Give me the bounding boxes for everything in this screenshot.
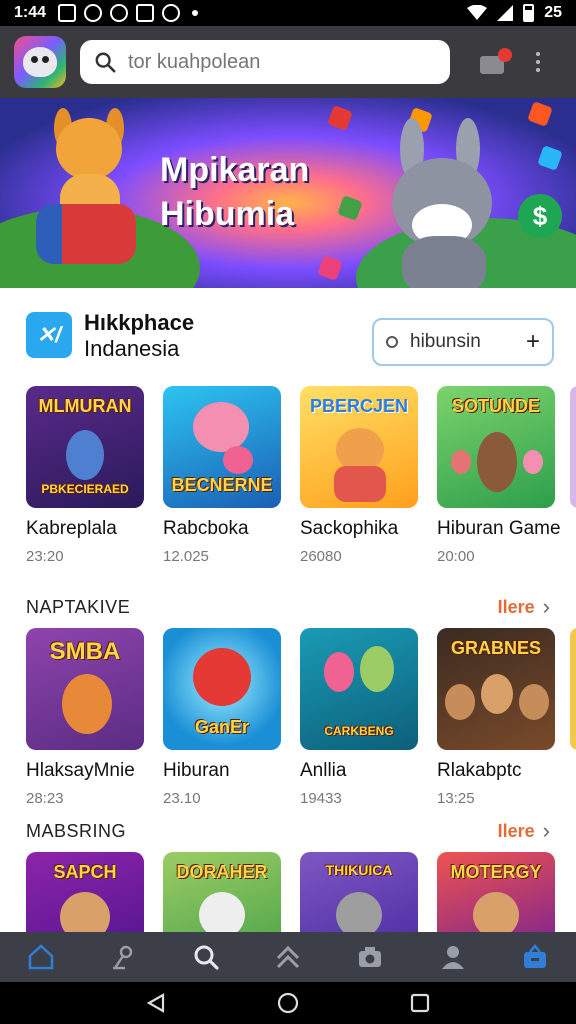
- game-meta: 23:20: [26, 548, 64, 565]
- overflow-menu-button[interactable]: [536, 52, 540, 72]
- game-title: Anllia: [300, 760, 347, 781]
- game-thumbnail: PBERCJEN: [300, 386, 418, 508]
- game-thumbnail: SOTUNDE: [437, 386, 555, 508]
- next-tile-peek: [570, 628, 576, 750]
- chevron-right-icon: ›: [542, 594, 550, 619]
- cart-button[interactable]: [478, 48, 512, 76]
- game-tile[interactable]: MLMURAN PBKECIERAED Kabreplala 23:20: [26, 386, 144, 565]
- game-title: Hiburan Game: [437, 518, 561, 539]
- section-title: NAPTAKIVE: [26, 596, 131, 617]
- game-tile[interactable]: CARKBENG Anllia 19433: [300, 628, 418, 807]
- banner-title: Mpikaran Hibumia: [160, 151, 310, 233]
- home-icon[interactable]: [26, 942, 56, 972]
- game-meta: 20:00: [437, 548, 475, 565]
- bottom-navigation: [0, 932, 576, 982]
- cart-badge: [498, 48, 512, 62]
- bunny-mascot-image: [372, 118, 522, 288]
- game-tile[interactable]: GRABNES Rlakabptc 13:25: [437, 628, 555, 807]
- signal-icon: [497, 5, 514, 21]
- game-title: Rlakabptc: [437, 760, 522, 781]
- up-chevrons-icon[interactable]: [273, 942, 303, 972]
- plus-icon: +: [525, 328, 540, 355]
- section-header: NAPTAKIVE Ilere ›: [26, 594, 550, 620]
- game-meta: 23.10: [163, 790, 201, 807]
- search-input[interactable]: [128, 50, 428, 74]
- status-bar: 1:44 25: [0, 0, 576, 26]
- game-meta: 26080: [300, 548, 342, 565]
- game-meta: 13:25: [437, 790, 475, 807]
- game-thumbnail: GRABNES: [437, 628, 555, 750]
- store-icon[interactable]: [520, 942, 550, 972]
- store-name: Hıkkphace Indanesia: [84, 310, 195, 361]
- game-title: Hiburan: [163, 760, 230, 781]
- kangaroo-mascot-image: [30, 108, 160, 278]
- system-navigation: [0, 982, 576, 1024]
- home-button-icon[interactable]: [276, 991, 300, 1015]
- search-icon: [95, 52, 116, 73]
- more-link[interactable]: Ilere ›: [498, 818, 550, 844]
- game-meta: 19433: [300, 790, 342, 807]
- more-link[interactable]: Ilere ›: [498, 594, 550, 620]
- game-thumbnail: CARKBENG: [300, 628, 418, 750]
- game-title: Kabreplala: [26, 518, 117, 539]
- notification-square-icon: [58, 4, 77, 22]
- promo-banner[interactable]: Mpikaran Hibumia $: [0, 98, 576, 288]
- store-header: ✕/ Hıkkphace Indanesia hibunsin +: [0, 288, 576, 384]
- search-icon[interactable]: [191, 942, 221, 972]
- camera-icon[interactable]: [355, 942, 385, 972]
- battery-icon: [523, 4, 535, 22]
- game-thumbnail: SMBA: [26, 628, 144, 750]
- circle-icon: [386, 336, 398, 348]
- game-tile[interactable]: BECNERNE Rabcboka 12.025: [163, 386, 281, 565]
- section-title: MABSRING: [26, 820, 127, 841]
- notification-circle-icon: [84, 4, 103, 22]
- status-time: 1:44: [14, 4, 47, 21]
- game-meta: 28:23: [26, 790, 64, 807]
- status-right-text: 25: [544, 4, 562, 21]
- notification-dot-icon: [192, 10, 199, 16]
- game-title: Sackophika: [300, 518, 399, 539]
- store-search-button[interactable]: hibunsin +: [372, 318, 554, 366]
- back-icon[interactable]: [145, 992, 167, 1014]
- game-meta: 12.025: [163, 548, 209, 565]
- notification-chat-icon: [162, 4, 181, 22]
- game-tile[interactable]: SMBA HlaksayMnie 28:23: [26, 628, 144, 807]
- app-bar: [0, 26, 576, 98]
- game-tile[interactable]: PBERCJEN Sackophika 26080: [300, 386, 418, 565]
- app-screen: 1:44 25 tor kuahpolean Mpikaran Hibumia …: [0, 0, 576, 1024]
- game-thumbnail: GanEr: [163, 628, 281, 750]
- notification-sync-icon: [110, 4, 129, 22]
- section-header: MABSRING Ilere ›: [26, 818, 550, 844]
- pin-icon[interactable]: [108, 942, 138, 972]
- game-title: Rabcboka: [163, 518, 249, 539]
- game-thumbnail: MLMURAN PBKECIERAED: [26, 386, 144, 508]
- app-logo[interactable]: [14, 36, 66, 88]
- search-bar[interactable]: [80, 40, 450, 84]
- store-search-label: hibunsin: [410, 331, 481, 352]
- game-tile[interactable]: GanEr Hiburan 23.10: [163, 628, 281, 807]
- game-thumbnail: BECNERNE: [163, 386, 281, 508]
- game-title: HlaksayMnie: [26, 760, 135, 781]
- game-tile[interactable]: SOTUNDE Hiburan Game 20:00: [437, 386, 561, 565]
- coin-icon: $: [518, 194, 562, 238]
- chevron-right-icon: ›: [542, 818, 550, 843]
- notification-image-icon: [136, 4, 155, 22]
- wifi-icon: [467, 5, 488, 20]
- profile-icon[interactable]: [438, 942, 468, 972]
- recents-icon[interactable]: [409, 992, 431, 1014]
- next-tile-peek: [570, 386, 576, 508]
- store-logo: ✕/: [26, 312, 72, 358]
